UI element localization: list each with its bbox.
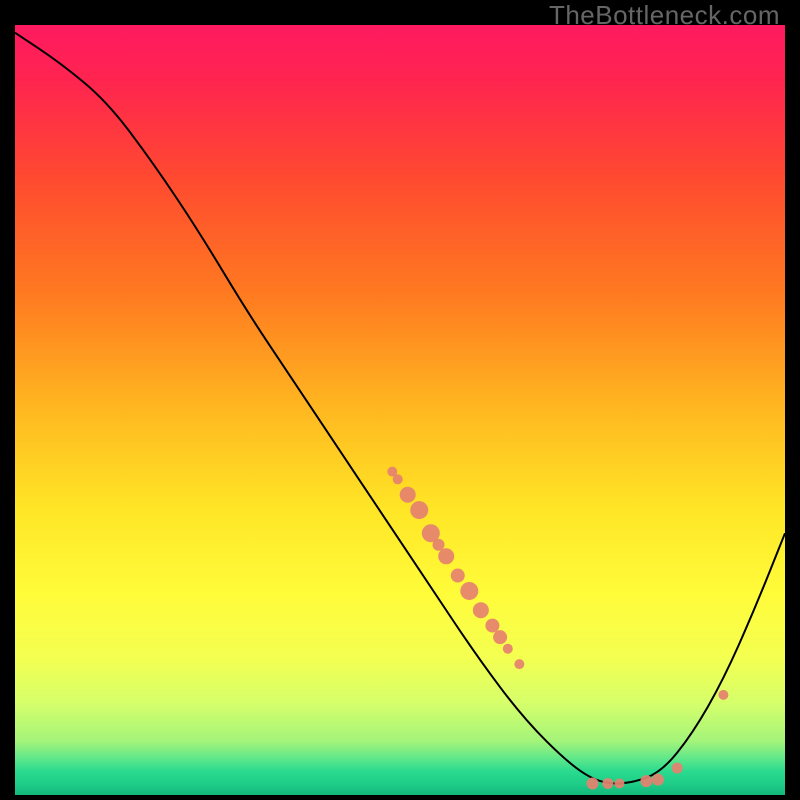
data-marker [652,774,664,786]
data-marker [587,777,599,789]
data-marker [400,487,416,503]
data-marker [438,548,454,564]
data-marker [460,582,478,600]
data-marker [514,659,524,669]
data-marker [473,602,489,618]
data-marker [672,763,683,774]
data-marker [451,569,465,583]
data-marker [485,619,499,633]
data-marker [602,778,613,789]
data-marker [410,501,428,519]
data-marker [433,539,445,551]
data-marker [493,630,507,644]
data-marker [393,474,403,484]
data-marker [718,690,728,700]
data-marker [640,775,652,787]
data-marker [503,644,513,654]
data-marker [614,778,624,788]
chart-container: TheBottleneck.com [0,0,800,800]
chart-svg [15,25,785,795]
gradient-background [15,25,785,795]
plot-area [15,25,785,795]
